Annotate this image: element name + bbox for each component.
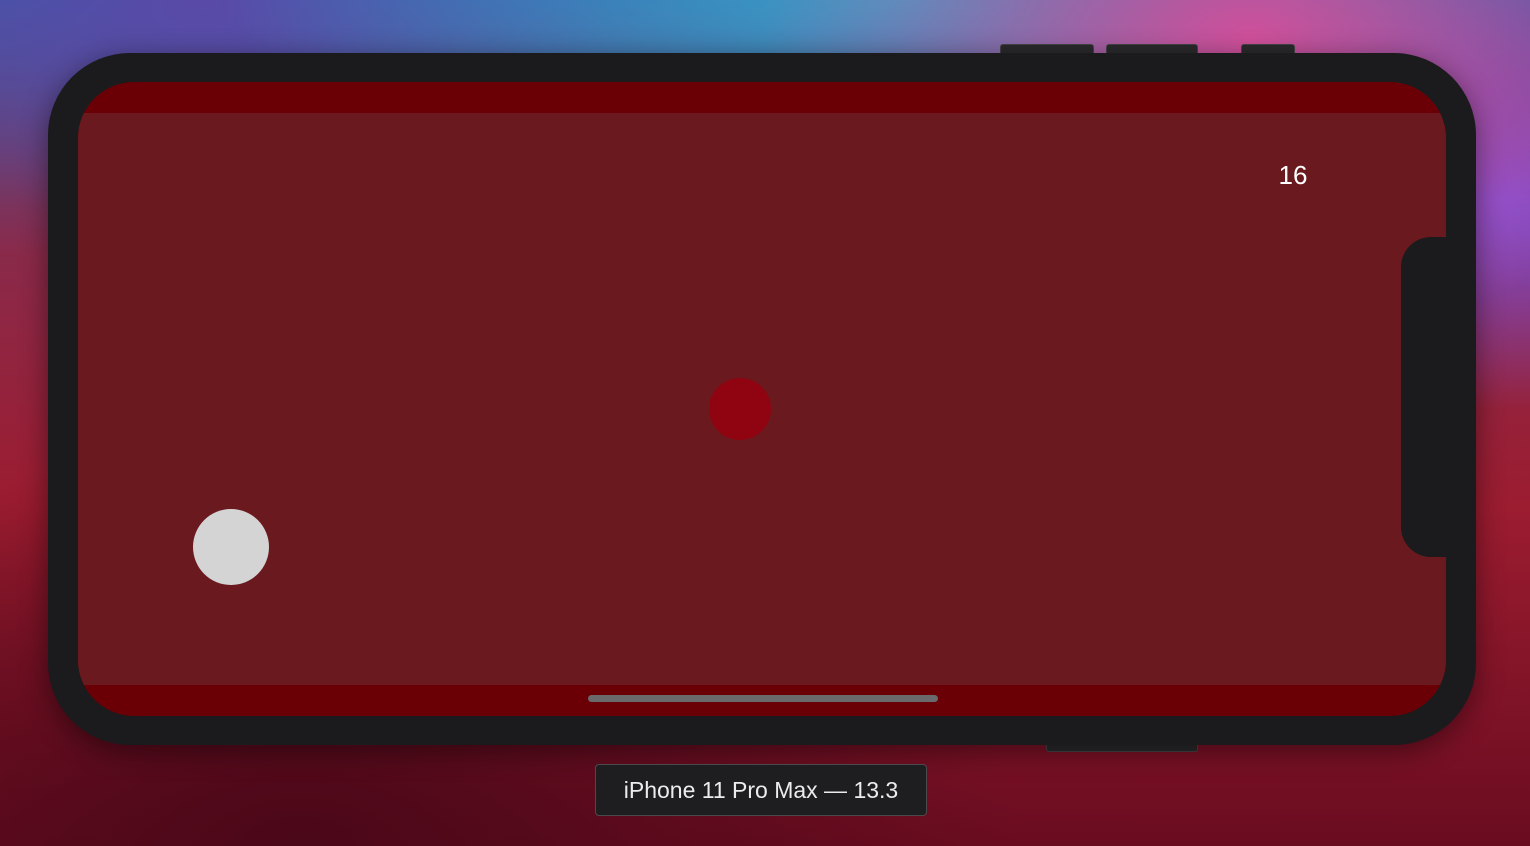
player-ball[interactable] bbox=[193, 509, 269, 585]
game-area[interactable]: 16 bbox=[78, 113, 1446, 685]
home-indicator[interactable] bbox=[588, 695, 938, 702]
device-notch bbox=[1401, 237, 1461, 557]
device-frame: 16 bbox=[48, 53, 1476, 745]
device-screen[interactable]: 16 bbox=[78, 82, 1446, 716]
target-ball bbox=[709, 378, 771, 440]
score-label: 16 bbox=[1278, 160, 1308, 190]
device-name-label: iPhone 11 Pro Max — 13.3 bbox=[595, 764, 927, 816]
